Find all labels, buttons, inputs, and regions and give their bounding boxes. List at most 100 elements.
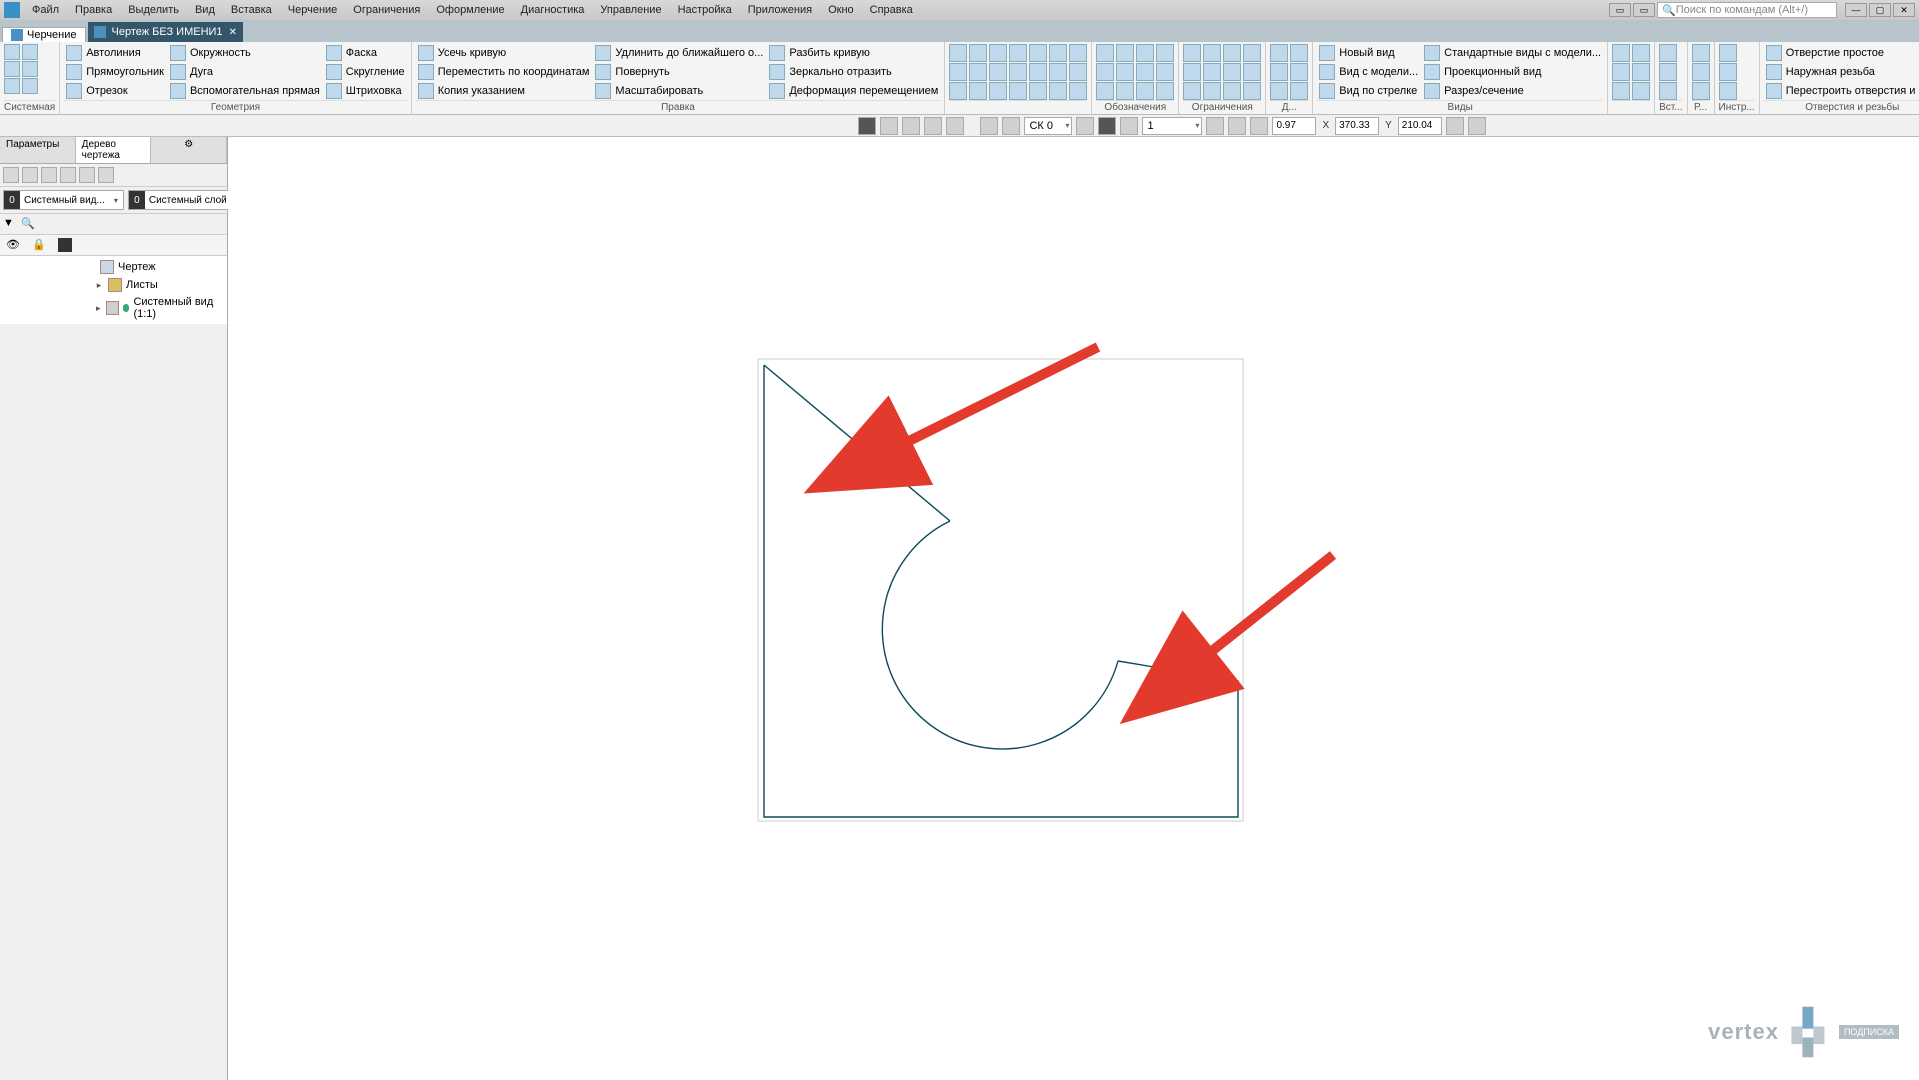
ribbon-cmd[interactable]: Удлинить до ближайшего о...: [593, 44, 765, 62]
eraser-icon[interactable]: [902, 117, 920, 135]
ribbon-cmd[interactable]: Деформация перемещением: [767, 82, 940, 100]
zoom-in-icon[interactable]: [1250, 117, 1268, 135]
ribbon-icon[interactable]: [1692, 63, 1710, 81]
tree-tool5-icon[interactable]: [79, 167, 95, 183]
ribbon-cmd[interactable]: Зеркально отразить: [767, 63, 940, 81]
ribbon-icon[interactable]: [1096, 63, 1114, 81]
ribbon-icon[interactable]: [1270, 44, 1288, 62]
tree-root[interactable]: Чертеж: [0, 258, 227, 276]
pencil-dd-icon[interactable]: [880, 117, 898, 135]
ribbon-icon[interactable]: [1009, 63, 1027, 81]
ribbon-cmd[interactable]: Переместить по координатам: [416, 63, 592, 81]
ribbon-cmd[interactable]: Копия указанием: [416, 82, 592, 100]
ribbon-icon[interactable]: [1223, 44, 1241, 62]
ribbon-cmd[interactable]: Вспомогатель­ная прямая: [168, 82, 322, 100]
menu-drawing[interactable]: Черчение: [280, 2, 346, 18]
ribbon-icon[interactable]: [949, 63, 967, 81]
ribbon-icon[interactable]: [1009, 82, 1027, 100]
menu-select[interactable]: Выделить: [120, 2, 187, 18]
ribbon-cmd[interactable]: Окружность: [168, 44, 322, 62]
grid-icon[interactable]: [980, 117, 998, 135]
ribbon-icon[interactable]: [1183, 82, 1201, 100]
ribbon-icon[interactable]: [1612, 44, 1630, 62]
ribbon-icon[interactable]: [1223, 63, 1241, 81]
grid-dd-icon[interactable]: [1002, 117, 1020, 135]
snap-icon[interactable]: [924, 117, 942, 135]
ribbon-icon[interactable]: [1243, 44, 1261, 62]
ribbon-icon[interactable]: [1116, 44, 1134, 62]
menu-apps[interactable]: Приложения: [740, 2, 820, 18]
ribbon-icon[interactable]: [1069, 63, 1087, 81]
ribbon-icon[interactable]: [1692, 82, 1710, 100]
ribbon-icon[interactable]: [989, 82, 1007, 100]
ribbon-icon[interactable]: [1136, 63, 1154, 81]
ribbon-icon[interactable]: [1183, 63, 1201, 81]
ribbon-icon[interactable]: [989, 44, 1007, 62]
ribbon-icon[interactable]: [1203, 82, 1221, 100]
ribbon-icon[interactable]: [1049, 44, 1067, 62]
ribbon-icon[interactable]: [1612, 63, 1630, 81]
ribbon-icon[interactable]: [1632, 82, 1650, 100]
ribbon-icon[interactable]: [949, 44, 967, 62]
ribbon-icon[interactable]: [1096, 82, 1114, 100]
ribbon-icon[interactable]: [1049, 82, 1067, 100]
ribbon-icon[interactable]: [1183, 44, 1201, 62]
menu-window[interactable]: Окно: [820, 2, 862, 18]
ribbon-icon[interactable]: [1290, 82, 1308, 100]
ribbon-icon[interactable]: [1632, 44, 1650, 62]
view-select[interactable]: 0 Системный вид... ▾: [3, 190, 124, 210]
ribbon-cmd[interactable]: Разрез/сечение: [1422, 82, 1603, 100]
command-search[interactable]: 🔍 Поиск по командам (Alt+/): [1657, 2, 1837, 18]
ribbon-icon[interactable]: [4, 44, 20, 60]
color-tree-icon[interactable]: [58, 238, 72, 252]
pipette-icon[interactable]: [1468, 117, 1486, 135]
ruler-icon[interactable]: [1120, 117, 1138, 135]
menu-insert[interactable]: Вставка: [223, 2, 280, 18]
document-tab[interactable]: Чертеж БЕЗ ИМЕНИ1 ✕: [88, 22, 243, 42]
lock-tree-icon[interactable]: 🔒: [32, 238, 46, 252]
ribbon-icon[interactable]: [1069, 44, 1087, 62]
panel-gear-icon[interactable]: ⚙: [151, 137, 227, 163]
ribbon-icon[interactable]: [1029, 44, 1047, 62]
ribbon-icon[interactable]: [969, 82, 987, 100]
menu-file[interactable]: Файл: [24, 2, 67, 18]
ribbon-icon[interactable]: [22, 61, 38, 77]
expand-icon[interactable]: ▸: [94, 280, 104, 291]
ribbon-cmd[interactable]: Автолиния: [64, 44, 166, 62]
drawing-canvas[interactable]: vertex ПОДПИСКА: [228, 137, 1919, 1080]
ribbon-cmd[interactable]: Отрезок: [64, 82, 166, 100]
ribbon-icon[interactable]: [1029, 63, 1047, 81]
coord-system-select[interactable]: СК 0: [1024, 117, 1072, 135]
ribbon-icon[interactable]: [989, 63, 1007, 81]
expand-icon[interactable]: ▸: [94, 303, 102, 314]
ribbon-icon[interactable]: [1290, 63, 1308, 81]
menu-help[interactable]: Справка: [862, 2, 921, 18]
ribbon-icon[interactable]: [1290, 44, 1308, 62]
close-button[interactable]: ✕: [1893, 3, 1915, 17]
ribbon-icon[interactable]: [1136, 44, 1154, 62]
ribbon-icon[interactable]: [1612, 82, 1630, 100]
menu-constraints[interactable]: Ограничения: [345, 2, 428, 18]
tree-tool6-icon[interactable]: [98, 167, 114, 183]
ribbon-cmd[interactable]: Разбить кривую: [767, 44, 940, 62]
ribbon-icon[interactable]: [1223, 82, 1241, 100]
menu-settings[interactable]: Настройка: [670, 2, 740, 18]
zoom-dd-icon[interactable]: [1228, 117, 1246, 135]
menu-edit[interactable]: Правка: [67, 2, 120, 18]
ribbon-cmd[interactable]: Скругление: [324, 63, 407, 81]
lock-icon[interactable]: [1446, 117, 1464, 135]
filter-icon[interactable]: ▼: [3, 217, 17, 231]
cs-tool2-icon[interactable]: [1098, 117, 1116, 135]
layout-btn-2[interactable]: ▭: [1633, 3, 1655, 17]
ribbon-icon[interactable]: [949, 82, 967, 100]
zoom-out-icon[interactable]: [1206, 117, 1224, 135]
minimize-button[interactable]: —: [1845, 3, 1867, 17]
ribbon-icon[interactable]: [1659, 82, 1677, 100]
zoom-value[interactable]: 0.97: [1272, 117, 1316, 135]
ribbon-icon[interactable]: [1116, 63, 1134, 81]
ribbon-icon[interactable]: [1156, 44, 1174, 62]
ribbon-icon[interactable]: [4, 78, 20, 94]
tree-tool3-icon[interactable]: [41, 167, 57, 183]
ribbon-cmd[interactable]: Наружная резьба: [1764, 63, 1919, 81]
menu-manage[interactable]: Управление: [592, 2, 669, 18]
